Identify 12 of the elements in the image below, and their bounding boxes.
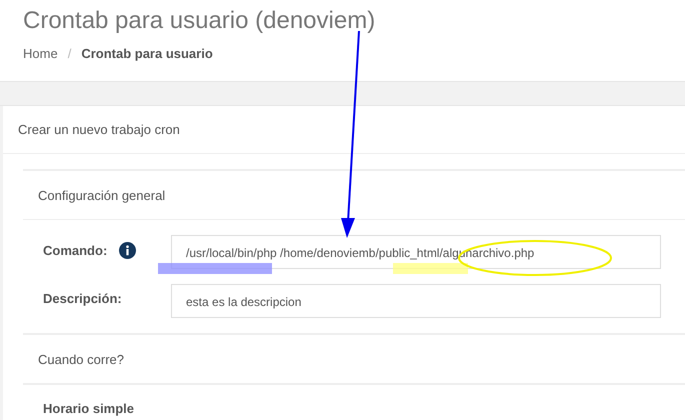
section-heading: Configuración general xyxy=(38,188,166,202)
breadcrumb-separator: / xyxy=(68,46,72,61)
section-heading: Cuando corre? xyxy=(38,352,124,366)
card-title: Crear un nuevo trabajo cron xyxy=(18,122,180,137)
breadcrumb-current: Crontab para usuario xyxy=(81,46,213,61)
field-label: Comando: xyxy=(43,243,108,258)
field-label: Descripción: xyxy=(43,291,122,306)
info-icon[interactable] xyxy=(119,242,136,259)
subsection-heading: Horario simple xyxy=(43,401,134,416)
breadcrumb-link[interactable]: Home xyxy=(23,46,58,61)
input-field[interactable]: esta es la descripcion xyxy=(171,284,661,318)
page-title: Crontab para usuario (denoviem) xyxy=(23,6,376,36)
